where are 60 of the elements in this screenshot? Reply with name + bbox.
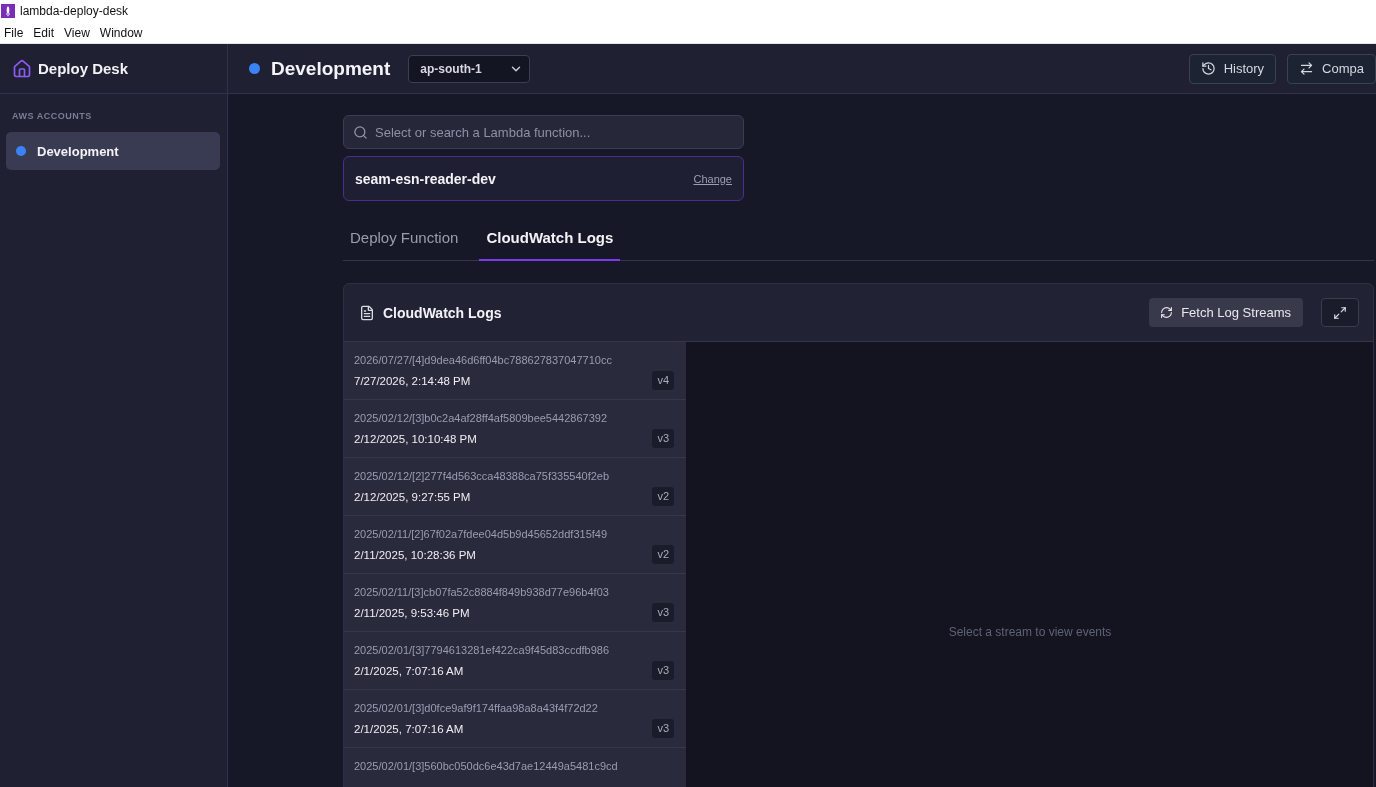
log-stream-item[interactable]: 2026/07/27/[4]d9dea46d6ff04bc788627837047710cc 7/27/2026, 2:14:48 PM v4 bbox=[344, 342, 686, 400]
log-stream-item[interactable]: 2025/02/01/[3]d0fce9af9f174ffaa98a8a43f4f72d22 2/1/2025, 7:07:16 AM v3 bbox=[344, 690, 686, 748]
stream-name: 2025/02/11/[2]67f02a7fdee04d5b9d45652ddf315f49 bbox=[354, 527, 609, 542]
log-stream-item[interactable]: 2025/02/11/[2]67f02a7fdee04d5b9d45652ddf315f49 2/11/2025, 10:28:36 PM v2 bbox=[344, 516, 686, 574]
stream-time: 2/11/2025, 10:28:36 PM bbox=[354, 548, 477, 563]
stream-name: 2026/07/27/[4]d9dea46d6ff04bc788627837047710cc bbox=[354, 353, 613, 368]
stream-name: 2025/02/01/[3]7794613281ef422ca9f45d83ccdfb986 bbox=[354, 643, 611, 658]
stream-name: 2025/02/01/[3]d0fce9af9f174ffaa98a8a43f4f72d22 bbox=[354, 701, 599, 716]
search-field[interactable]: Select or search a Lambda function... bbox=[343, 115, 744, 149]
log-stream-item[interactable]: 2025/02/11/[3]cb07fa52c8884f849b938d77e96b4f03 2/11/2025, 9:53:46 PM v3 bbox=[344, 574, 686, 632]
version-badge: v2 bbox=[652, 545, 674, 564]
empty-message: Select a stream to view events bbox=[948, 625, 1112, 639]
menu-item[interactable]: View bbox=[64, 25, 90, 40]
refresh-icon bbox=[1160, 306, 1174, 319]
version-badge: v3 bbox=[652, 429, 674, 448]
version-badge: v3 bbox=[652, 719, 674, 738]
region-select[interactable]: ap-south-1 bbox=[408, 54, 531, 83]
menu-item[interactable]: File bbox=[4, 25, 24, 40]
stream-name: 2025/02/12/[2]277f4d563cca48388ca75f335540f2eb bbox=[354, 469, 611, 484]
swap-arrows-icon bbox=[1299, 61, 1315, 76]
house-icon bbox=[12, 58, 32, 79]
account-item[interactable]: Development bbox=[6, 132, 220, 170]
change-link[interactable]: Change bbox=[693, 172, 732, 185]
log-stream-item[interactable]: 2025/02/12/[3]b0c2a4af28ff4af5809bee5442867392 2/12/2025, 10:10:48 PM v3 bbox=[344, 400, 686, 458]
history-icon bbox=[1200, 61, 1216, 76]
stream-name: 2025/02/01/[3]560bc050dc6e43d7ae12449a5481c9cd bbox=[354, 759, 619, 774]
function-name: seam-esn-reader-dev bbox=[355, 170, 496, 187]
status-dot-icon bbox=[249, 63, 260, 74]
account-name: Development bbox=[37, 143, 119, 159]
tab[interactable]: CloudWatch Logs bbox=[479, 215, 621, 261]
version-badge: v4 bbox=[652, 371, 674, 390]
document-icon bbox=[359, 304, 375, 321]
panel-title: CloudWatch Logs bbox=[383, 304, 502, 321]
log-stream-item[interactable]: 2025/02/12/[2]277f4d563cca48388ca75f335540f2eb 2/12/2025, 9:27:55 PM v2 bbox=[344, 458, 686, 516]
window-title: lambda-deploy-desk bbox=[20, 4, 129, 18]
version-badge: v3 bbox=[652, 661, 674, 680]
history-button[interactable]: History bbox=[1188, 53, 1277, 84]
version-badge: v2 bbox=[652, 487, 674, 506]
stream-time: 2/12/2025, 9:27:55 PM bbox=[354, 490, 472, 505]
compare-button[interactable]: Compa bbox=[1287, 53, 1376, 84]
account-title: Development bbox=[271, 57, 391, 80]
stream-time: 2/11/2025, 9:53:46 PM bbox=[354, 606, 471, 621]
expand-button[interactable] bbox=[1321, 298, 1359, 327]
stream-time: 2/1/2025, 7:07:16 AM bbox=[354, 722, 465, 737]
fetch-log-streams-button[interactable]: Fetch Log Streams bbox=[1149, 298, 1303, 327]
log-stream-item[interactable]: 2025/02/01/[3]560bc050dc6e43d7ae12449a5481c9cd bbox=[344, 748, 686, 787]
stream-name: 2025/02/12/[3]b0c2a4af28ff4af5809bee5442867392 bbox=[354, 411, 609, 426]
log-stream-item[interactable]: 2025/02/01/[3]7794613281ef422ca9f45d83ccdfb986 2/1/2025, 7:07:16 AM v3 bbox=[344, 632, 686, 690]
stream-name: 2025/02/11/[3]cb07fa52c8884f849b938d77e96b4f03 bbox=[354, 585, 610, 600]
expand-icon bbox=[1333, 305, 1347, 320]
app-name: Deploy Desk bbox=[38, 60, 129, 77]
stream-time: 2/12/2025, 10:10:48 PM bbox=[354, 432, 478, 447]
search-icon bbox=[353, 125, 368, 140]
stream-time: 7/27/2026, 2:14:48 PM bbox=[354, 374, 472, 389]
stream-time: 2/1/2025, 7:07:16 AM bbox=[354, 664, 465, 679]
menu-item[interactable]: Edit bbox=[33, 25, 55, 40]
tab[interactable]: Deploy Function bbox=[343, 215, 466, 261]
section-title: AWS ACCOUNTS bbox=[11, 110, 93, 123]
menu-item[interactable]: Window bbox=[99, 25, 143, 40]
version-badge: v3 bbox=[652, 603, 674, 622]
